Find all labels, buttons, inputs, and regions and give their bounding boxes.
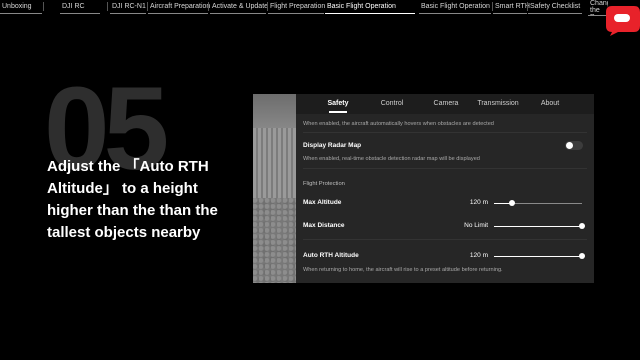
nav-item-label: Flight Preparation bbox=[270, 3, 326, 10]
slider-knob[interactable] bbox=[579, 253, 585, 259]
obstacle-avoidance-note: When enabled, the aircraft automatically… bbox=[303, 121, 494, 127]
nav-item-aircraft-preparation[interactable]: Aircraft Preparation bbox=[148, 0, 211, 14]
slider-fill bbox=[494, 225, 582, 227]
divider bbox=[303, 132, 587, 133]
settings-tabs: Safety Control Camera Transmission About bbox=[296, 94, 594, 114]
radar-map-note: When enabled, real-time obstacle detecti… bbox=[303, 156, 480, 162]
nav-item-label: Activate & Update bbox=[212, 3, 269, 10]
max-distance-label: Max Distance bbox=[303, 222, 345, 229]
max-altitude-label: Max Altitude bbox=[303, 199, 342, 206]
tab-about[interactable]: About bbox=[532, 94, 568, 114]
nav-divider bbox=[43, 2, 44, 11]
nav-item-label: Unboxing bbox=[2, 3, 32, 10]
nav-item-safety-checklist[interactable]: Safety Checklist bbox=[528, 0, 582, 14]
top-navigation: Unboxing DJI RC DJI RC-N1 Aircraft Prepa… bbox=[0, 0, 640, 16]
nav-item-label: Safety Checklist bbox=[530, 3, 581, 10]
nav-item-activate-update[interactable]: Activate & Update bbox=[210, 0, 269, 14]
settings-pane: Safety Control Camera Transmission About… bbox=[296, 94, 594, 283]
max-altitude-slider[interactable] bbox=[494, 199, 582, 207]
nav-item-dji-rc-n1[interactable]: DJI RC-N1 bbox=[110, 0, 146, 14]
step-headline: Adjust the 「Auto RTH Altitude」 to a heig… bbox=[47, 158, 218, 241]
display-radar-map-label: Display Radar Map bbox=[303, 142, 362, 149]
ground-image bbox=[253, 198, 296, 283]
slider-knob[interactable] bbox=[579, 223, 585, 229]
building-image bbox=[253, 128, 296, 198]
tab-camera[interactable]: Camera bbox=[428, 94, 464, 114]
nav-item-dji-rc[interactable]: DJI RC bbox=[60, 0, 100, 14]
max-altitude-value: 120 m bbox=[469, 199, 488, 206]
slider-knob[interactable] bbox=[508, 200, 515, 206]
tab-control[interactable]: Control bbox=[374, 94, 410, 114]
max-distance-value: No Limit bbox=[464, 222, 488, 229]
nav-divider bbox=[107, 2, 108, 11]
nav-divider bbox=[208, 2, 209, 11]
divider bbox=[303, 168, 587, 169]
nav-item-label: DJI RC bbox=[62, 3, 85, 10]
auto-rth-altitude-note: When returning to home, the aircraft wil… bbox=[303, 267, 503, 273]
tab-transmission[interactable]: Transmission bbox=[474, 94, 522, 114]
red-chat-bubble-logo-icon[interactable] bbox=[604, 4, 640, 36]
nav-item-flight-preparation[interactable]: Flight Preparation bbox=[268, 0, 326, 14]
max-distance-slider[interactable] bbox=[494, 222, 585, 230]
nav-item-label: DJI RC-N1 bbox=[112, 3, 146, 10]
nav-item-label: Basic Flight Operation bbox=[327, 3, 396, 10]
nav-item-basic-flight-operation-active[interactable]: Basic Flight Operation bbox=[325, 0, 415, 14]
camera-view-thumbnail bbox=[253, 94, 296, 283]
auto-rth-altitude-label: Auto RTH Altitude bbox=[303, 252, 359, 259]
nav-item-smart-rth[interactable]: Smart RTH bbox=[493, 0, 530, 14]
tab-safety[interactable]: Safety bbox=[320, 94, 356, 114]
section-title-flight-protection: Flight Protection bbox=[303, 181, 345, 187]
nav-item-label: Smart RTH bbox=[495, 3, 530, 10]
slider-fill bbox=[494, 255, 582, 257]
nav-item-unboxing[interactable]: Unboxing bbox=[0, 0, 42, 14]
display-radar-map-toggle[interactable] bbox=[565, 141, 583, 150]
nav-item-label: Aircraft Preparation bbox=[150, 3, 211, 10]
nav-item-label: Basic Flight Operation bbox=[421, 3, 490, 10]
divider bbox=[303, 239, 587, 240]
auto-rth-altitude-slider[interactable] bbox=[494, 252, 585, 260]
nav-item-basic-flight-operation[interactable]: Basic Flight Operation bbox=[419, 0, 491, 14]
toggle-knob bbox=[566, 142, 573, 149]
app-settings-screenshot: Safety Control Camera Transmission About… bbox=[253, 94, 594, 283]
auto-rth-altitude-value: 120 m bbox=[469, 252, 488, 259]
